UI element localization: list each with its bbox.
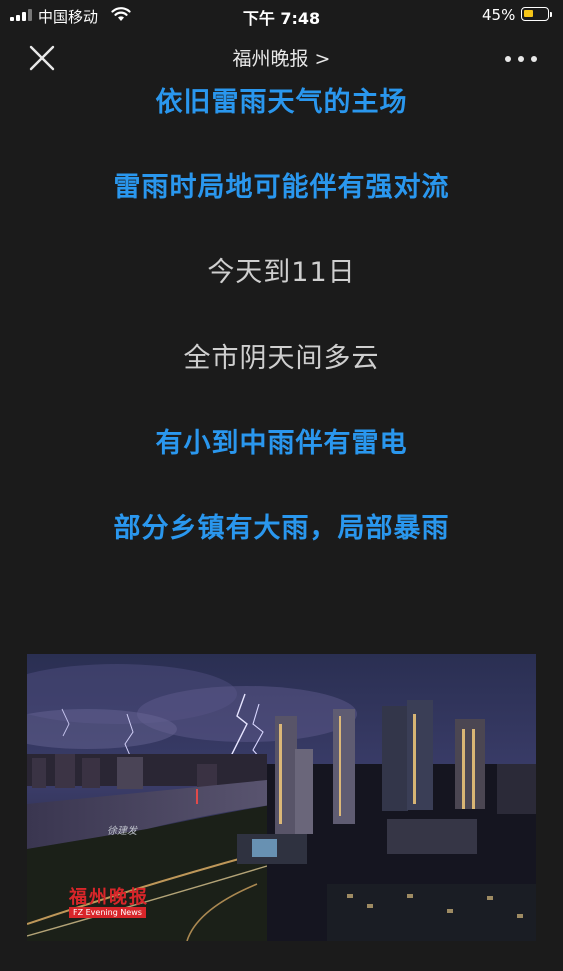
article-photo[interactable]: 徐建发 福州晚报 FZ Evening News <box>27 654 536 941</box>
battery-icon <box>521 7 552 21</box>
article-line: 今天到11日 <box>207 257 356 288</box>
article-line: 依旧雷雨天气的主场 <box>155 87 408 118</box>
status-time: 下午 7:48 <box>242 9 321 28</box>
photographer-signature: 徐建发 <box>107 826 137 837</box>
article-line: 有小到中雨伴有雷电 <box>155 428 408 459</box>
article-line: 全市阴天间多云 <box>183 343 380 374</box>
article-line: 雷雨时局地可能伴有强对流 <box>113 172 450 203</box>
nav-bar: 福州晚报 > <box>0 30 563 86</box>
battery-percent: 45% <box>482 6 516 24</box>
logo-text: 福州晚报 <box>69 887 149 908</box>
newspaper-logo: 福州晚报 FZ Evening News <box>69 883 149 918</box>
status-bar: 中国移动 下午 7:48 45% <box>0 0 563 30</box>
article-content[interactable]: 依旧雷雨天气的主场 雷雨时局地可能伴有强对流 今天到11日 全市阴天间多云 有小… <box>0 86 563 971</box>
account-title-link[interactable]: 福州晚报 > <box>0 44 563 71</box>
battery-fill <box>524 10 533 17</box>
more-dots-icon[interactable] <box>505 54 539 64</box>
article-line: 部分乡镇有大雨，局部暴雨 <box>113 513 450 544</box>
logo-subtext: FZ Evening News <box>69 907 146 918</box>
